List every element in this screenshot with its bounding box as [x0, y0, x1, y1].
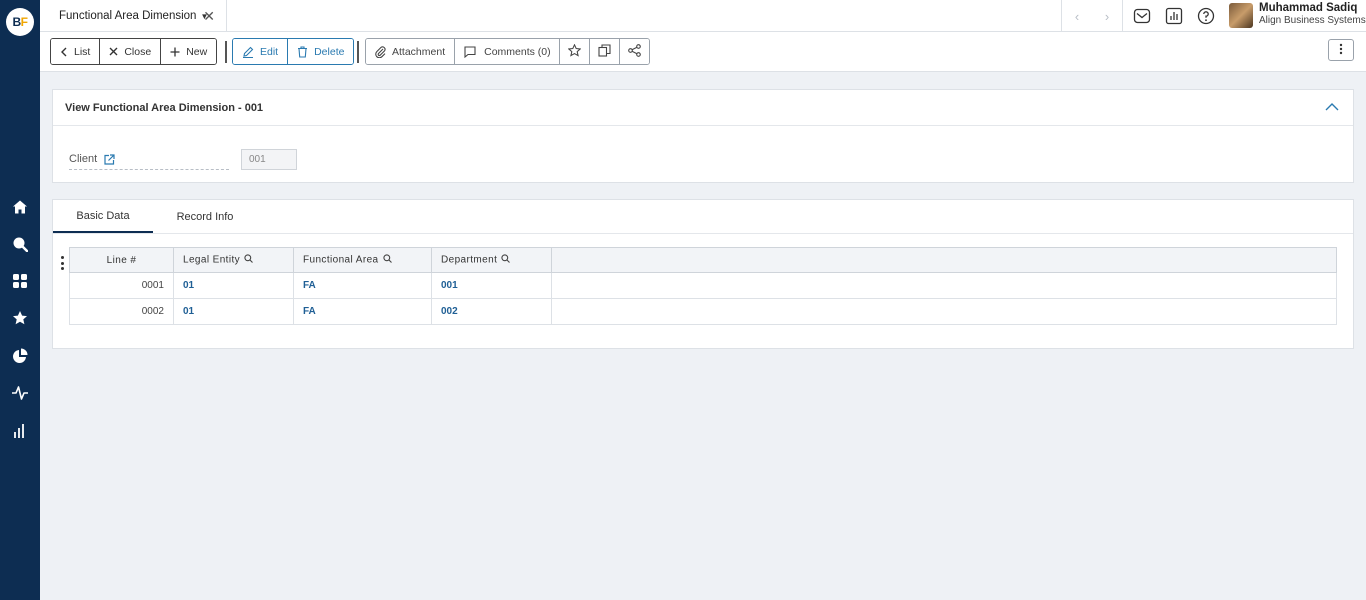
new-button[interactable]: New [161, 39, 217, 64]
client-label-text: Client [69, 153, 98, 165]
cell-department-link[interactable]: 001 [431, 272, 552, 299]
top-bar: Functional Area Dimension ▼ ✕ ‹ › Muhamm… [40, 0, 1366, 32]
paperclip-icon [375, 45, 386, 58]
logo-letter-b: B [12, 15, 21, 29]
search-icon[interactable] [501, 254, 511, 266]
next-record-icon[interactable]: › [1105, 9, 1109, 24]
activity-pulse-icon[interactable] [10, 383, 30, 403]
toolbar-divider [225, 41, 227, 63]
cell-filler [551, 272, 1337, 299]
document-tab-label: Functional Area Dimension [59, 10, 197, 22]
client-field-label: Client [69, 153, 229, 170]
column-header-label: Functional Area [303, 254, 379, 266]
column-header-functional-area[interactable]: Functional Area [293, 247, 432, 273]
close-button[interactable]: Close [100, 39, 162, 64]
help-icon[interactable] [1196, 6, 1216, 26]
cell-legal-entity-link[interactable]: 01 [173, 298, 294, 325]
pie-chart-icon[interactable] [10, 346, 30, 366]
edit-button[interactable]: Edit [233, 39, 289, 64]
share-icon [627, 43, 641, 60]
app-logo[interactable]: BF [6, 8, 34, 36]
edit-button-group: Edit Delete [232, 38, 355, 65]
cell-functional-area-link[interactable]: FA [293, 298, 432, 325]
star-outline-icon [567, 43, 582, 60]
record-navigation: ‹ › [1061, 0, 1123, 32]
left-rail: BF [0, 0, 40, 600]
tab-record-info[interactable]: Record Info [167, 200, 243, 233]
comments-button[interactable]: Comments (0) [455, 39, 560, 64]
tab-basic-data[interactable]: Basic Data [53, 200, 153, 233]
mail-icon[interactable] [1132, 6, 1152, 26]
document-tab[interactable]: Functional Area Dimension ▼ ✕ [40, 0, 227, 32]
column-header-label: Department [441, 254, 498, 266]
attachment-button-label: Attachment [392, 45, 446, 58]
cell-legal-entity-link[interactable]: 01 [173, 272, 294, 299]
edit-button-label: Edit [260, 45, 279, 58]
cell-department-link[interactable]: 002 [431, 298, 552, 325]
new-button-label: New [186, 45, 208, 58]
cell-line: 0002 [69, 298, 174, 325]
trash-icon [297, 45, 308, 58]
page-title: View Functional Area Dimension - 001 [65, 101, 264, 114]
table-row[interactable]: 0001 01 FA 001 [69, 272, 1337, 299]
delete-button-label: Delete [314, 45, 345, 58]
apps-grid-icon[interactable] [10, 271, 30, 291]
action-toolbar: List Close New Edit Delete Attachment Co… [40, 32, 1366, 72]
lines-table: Line # Legal Entity Functional Area Depa… [69, 247, 1337, 325]
table-row[interactable]: 0002 01 FA 002 [69, 298, 1337, 325]
previous-record-icon[interactable]: ‹ [1075, 9, 1079, 24]
search-icon[interactable] [10, 234, 30, 254]
search-icon[interactable] [382, 254, 392, 266]
detail-tabs: Basic Data Record Info [53, 200, 1353, 234]
delete-button[interactable]: Delete [288, 39, 354, 64]
column-header-label: Line # [106, 254, 137, 266]
chevron-up-icon[interactable] [1325, 102, 1339, 114]
client-field[interactable]: 001 [241, 149, 297, 170]
share-button[interactable] [619, 39, 649, 64]
reports-icon[interactable] [1164, 6, 1184, 26]
comment-icon [464, 45, 476, 58]
cell-filler [551, 298, 1337, 325]
user-organization: Align Business Systems [1259, 15, 1366, 26]
favorite-button[interactable] [559, 39, 590, 64]
column-header-department[interactable]: Department [431, 247, 552, 273]
column-header-legal-entity[interactable]: Legal Entity [173, 247, 294, 273]
close-button-label: Close [124, 45, 152, 58]
copy-button[interactable] [589, 39, 620, 64]
favorites-star-icon[interactable] [10, 308, 30, 328]
column-header-line[interactable]: Line # [69, 247, 174, 273]
copy-icon [598, 43, 611, 60]
chevron-left-icon [60, 47, 68, 57]
plus-icon [170, 47, 180, 57]
column-header-label: Legal Entity [183, 254, 241, 266]
logo-letter-f: F [20, 15, 28, 29]
navigation-button-group: List Close New [50, 38, 218, 65]
column-header-filler [551, 247, 1337, 273]
bar-chart-icon[interactable] [10, 421, 30, 441]
user-name[interactable]: Muhammad Sadiq [1259, 2, 1357, 14]
table-header-row: Line # Legal Entity Functional Area Depa… [69, 247, 1337, 273]
list-button[interactable]: List [51, 39, 101, 64]
toolbar-divider [357, 41, 359, 63]
vertical-dots-icon [1339, 43, 1343, 58]
header-panel-title-bar: View Functional Area Dimension - 001 [53, 90, 1353, 126]
grid-menu-icon[interactable] [59, 256, 65, 270]
search-icon[interactable] [244, 254, 253, 266]
list-button-label: List [74, 45, 91, 58]
header-panel: View Functional Area Dimension - 001 Cli… [52, 89, 1354, 183]
more-options-button[interactable] [1328, 39, 1354, 61]
external-link-icon[interactable] [104, 154, 115, 165]
pencil-icon [242, 46, 254, 58]
home-icon[interactable] [10, 197, 30, 217]
user-avatar[interactable] [1229, 3, 1253, 28]
cell-functional-area-link[interactable]: FA [293, 272, 432, 299]
detail-panel: Basic Data Record Info Line # Legal Enti… [52, 199, 1354, 349]
comments-button-label: Comments (0) [484, 45, 551, 58]
record-actions-group: Attachment Comments (0) [365, 38, 650, 65]
close-icon [109, 47, 118, 56]
cell-line: 0001 [69, 272, 174, 299]
attachment-button[interactable]: Attachment [366, 39, 456, 64]
close-tab-icon[interactable]: ✕ [203, 8, 215, 25]
